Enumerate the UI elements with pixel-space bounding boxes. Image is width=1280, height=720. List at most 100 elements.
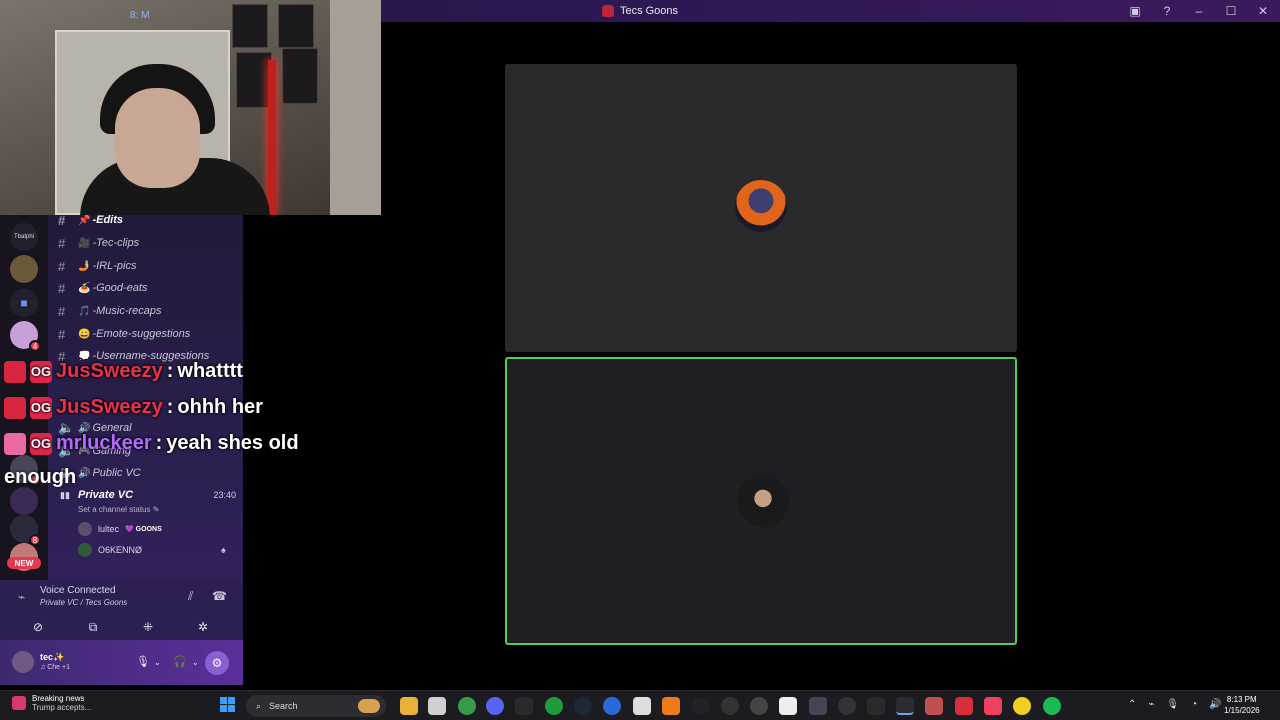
app-icon[interactable] — [633, 697, 651, 715]
avatar — [78, 543, 92, 557]
chevron-down-icon[interactable]: ⌄ — [154, 658, 161, 667]
avatar[interactable] — [12, 651, 34, 673]
soundboard-button[interactable]: ✲ — [188, 618, 218, 636]
server-badge: 4 — [29, 340, 41, 352]
microphone-icon[interactable]: 🎙 — [1166, 699, 1179, 710]
video-tile-speaking[interactable] — [505, 357, 1017, 645]
help-icon[interactable]: ? — [1158, 2, 1176, 20]
channel-name: -IRL-pics — [92, 260, 137, 272]
playstation-icon: ♠ — [221, 545, 226, 555]
app-icon[interactable] — [662, 697, 680, 715]
voice-user[interactable]: O6KENNØ — [78, 541, 142, 559]
settings-gear-button[interactable]: ⚙ — [205, 651, 229, 675]
disconnect-icon[interactable]: ☎ — [212, 589, 227, 603]
channel-name: -Good-eats — [92, 282, 148, 294]
channel-status[interactable]: Set a channel status ✎ — [78, 505, 159, 514]
app-icon[interactable] — [1013, 697, 1031, 715]
wifi-icon[interactable]: ◔ — [1191, 699, 1197, 710]
app-icon[interactable] — [838, 697, 856, 715]
activities-button[interactable]: ⁜ — [133, 618, 163, 636]
server-icon[interactable]: 8 — [10, 515, 41, 546]
gem-badge-icon — [4, 432, 26, 455]
file-explorer-icon[interactable] — [400, 697, 418, 715]
clock[interactable]: 8:13 PM 1/15/2026 — [1224, 694, 1260, 716]
new-badge: NEW — [7, 557, 41, 569]
close-button[interactable]: ✕ — [1254, 2, 1272, 20]
server-icon[interactable] — [10, 255, 38, 283]
channel-item[interactable]: # 🍝 -Good-eats — [58, 277, 147, 299]
server-icon[interactable]: 4 — [10, 321, 41, 352]
user-tag: 💜 GOONS — [125, 526, 162, 533]
app-icon[interactable] — [955, 697, 973, 715]
avatar — [78, 522, 92, 536]
server-icon[interactable] — [10, 487, 38, 515]
chrome-icon[interactable] — [458, 697, 476, 715]
chat-message: OG mrluckeer: yeah shes old — [4, 432, 299, 455]
headphones-icon[interactable]: 🎧 — [173, 655, 187, 668]
chevron-up-icon[interactable]: ⌃ — [1128, 699, 1136, 710]
spotify-icon[interactable] — [1043, 697, 1061, 715]
taskbar-search[interactable]: ⌕ Search — [246, 695, 386, 717]
obs-icon[interactable] — [721, 697, 739, 715]
microphone-icon[interactable]: 🎙 — [136, 655, 150, 668]
inbox-icon[interactable]: ▣ — [1126, 2, 1144, 20]
clock-date: 1/15/2026 — [1224, 706, 1260, 715]
user-status: ♫ Che +1 — [40, 664, 70, 671]
channel-item[interactable]: # 🎵 -Music-recaps — [58, 300, 162, 322]
app-icon[interactable] — [692, 697, 710, 715]
network-icon[interactable]: ⌁ — [1148, 699, 1154, 710]
app-icon[interactable] — [603, 697, 621, 715]
hash-icon: # — [58, 235, 66, 251]
channel-timer: 23:40 — [213, 490, 236, 500]
app-icon[interactable] — [925, 697, 943, 715]
voice-user[interactable]: lultec 💜 GOONS — [78, 520, 162, 538]
chat-message: OG JusSweezy: whatttt — [4, 360, 243, 383]
channel-item[interactable]: # 🤳 -IRL-pics — [58, 255, 136, 277]
camera-off-button[interactable]: ⊘ — [23, 618, 53, 636]
voice-connected-panel: ⌁ Voice Connected Private VC / Tecs Goon… — [0, 580, 243, 640]
channel-emoji: 📌 — [78, 214, 91, 226]
user-panel: tec✨ ♫ Che +1 🎙 ⌄ 🎧 ⌄ ⚙ — [0, 640, 243, 685]
voice-status-subtitle[interactable]: Private VC / Tecs Goons — [40, 598, 127, 607]
channel-name: -Emote-suggestions — [92, 328, 191, 340]
channel-emoji: 🤳 — [78, 260, 91, 272]
channel-item[interactable]: # 🎥 -Tec-clips — [58, 232, 139, 254]
search-highlight-icon — [358, 699, 380, 713]
taskbar: Breaking news Trump accepts... ⌕ Search … — [0, 690, 1280, 720]
app-icon-active[interactable] — [896, 697, 914, 715]
xbox-icon[interactable] — [545, 697, 563, 715]
app-icon[interactable] — [779, 697, 797, 715]
app-icon[interactable] — [867, 697, 885, 715]
og-badge-icon: OG — [30, 396, 52, 419]
og-badge-icon: OG — [30, 432, 52, 455]
channel-item[interactable]: # 😀 -Emote-suggestions — [58, 323, 190, 345]
maximize-button[interactable]: ☐ — [1222, 2, 1240, 20]
store-icon[interactable] — [428, 697, 446, 715]
news-widget[interactable]: Breaking news Trump accepts... — [12, 694, 91, 712]
channel-emoji: 🎵 — [78, 305, 91, 317]
hash-icon: # — [58, 258, 66, 274]
start-button[interactable] — [220, 697, 236, 713]
app-icon[interactable] — [809, 697, 827, 715]
channel-name: -Music-recaps — [92, 305, 162, 317]
minimize-button[interactable]: – — [1190, 2, 1208, 20]
volume-icon[interactable]: 🔊 — [1209, 699, 1221, 710]
server-icon[interactable]: Tbatphi — [10, 223, 38, 251]
clock-time: 8:13 PM — [1226, 695, 1257, 704]
folder-icon[interactable]: ■ — [10, 289, 38, 317]
voice-channel-private-vc[interactable]: ▮▮ Private VC 23:40 Set a channel status… — [60, 487, 236, 521]
steam-icon[interactable] — [574, 697, 592, 715]
voice-user-name: O6KENNØ — [98, 545, 143, 555]
chevron-down-icon[interactable]: ⌄ — [192, 658, 199, 667]
noise-suppression-icon[interactable]: ⫽ — [188, 589, 193, 604]
screen-share-button[interactable]: ⧉ — [78, 618, 108, 636]
discord-icon[interactable] — [486, 697, 504, 715]
webcam-poster — [282, 48, 318, 104]
window-title: Tecs Goons — [601, 5, 678, 17]
chat-message: OG JusSweezy: ohhh her — [4, 396, 263, 419]
app-icon[interactable] — [515, 697, 533, 715]
app-icon[interactable] — [750, 697, 768, 715]
hash-icon: # — [58, 303, 66, 319]
video-tile[interactable] — [505, 64, 1017, 352]
music-icon[interactable] — [984, 697, 1002, 715]
